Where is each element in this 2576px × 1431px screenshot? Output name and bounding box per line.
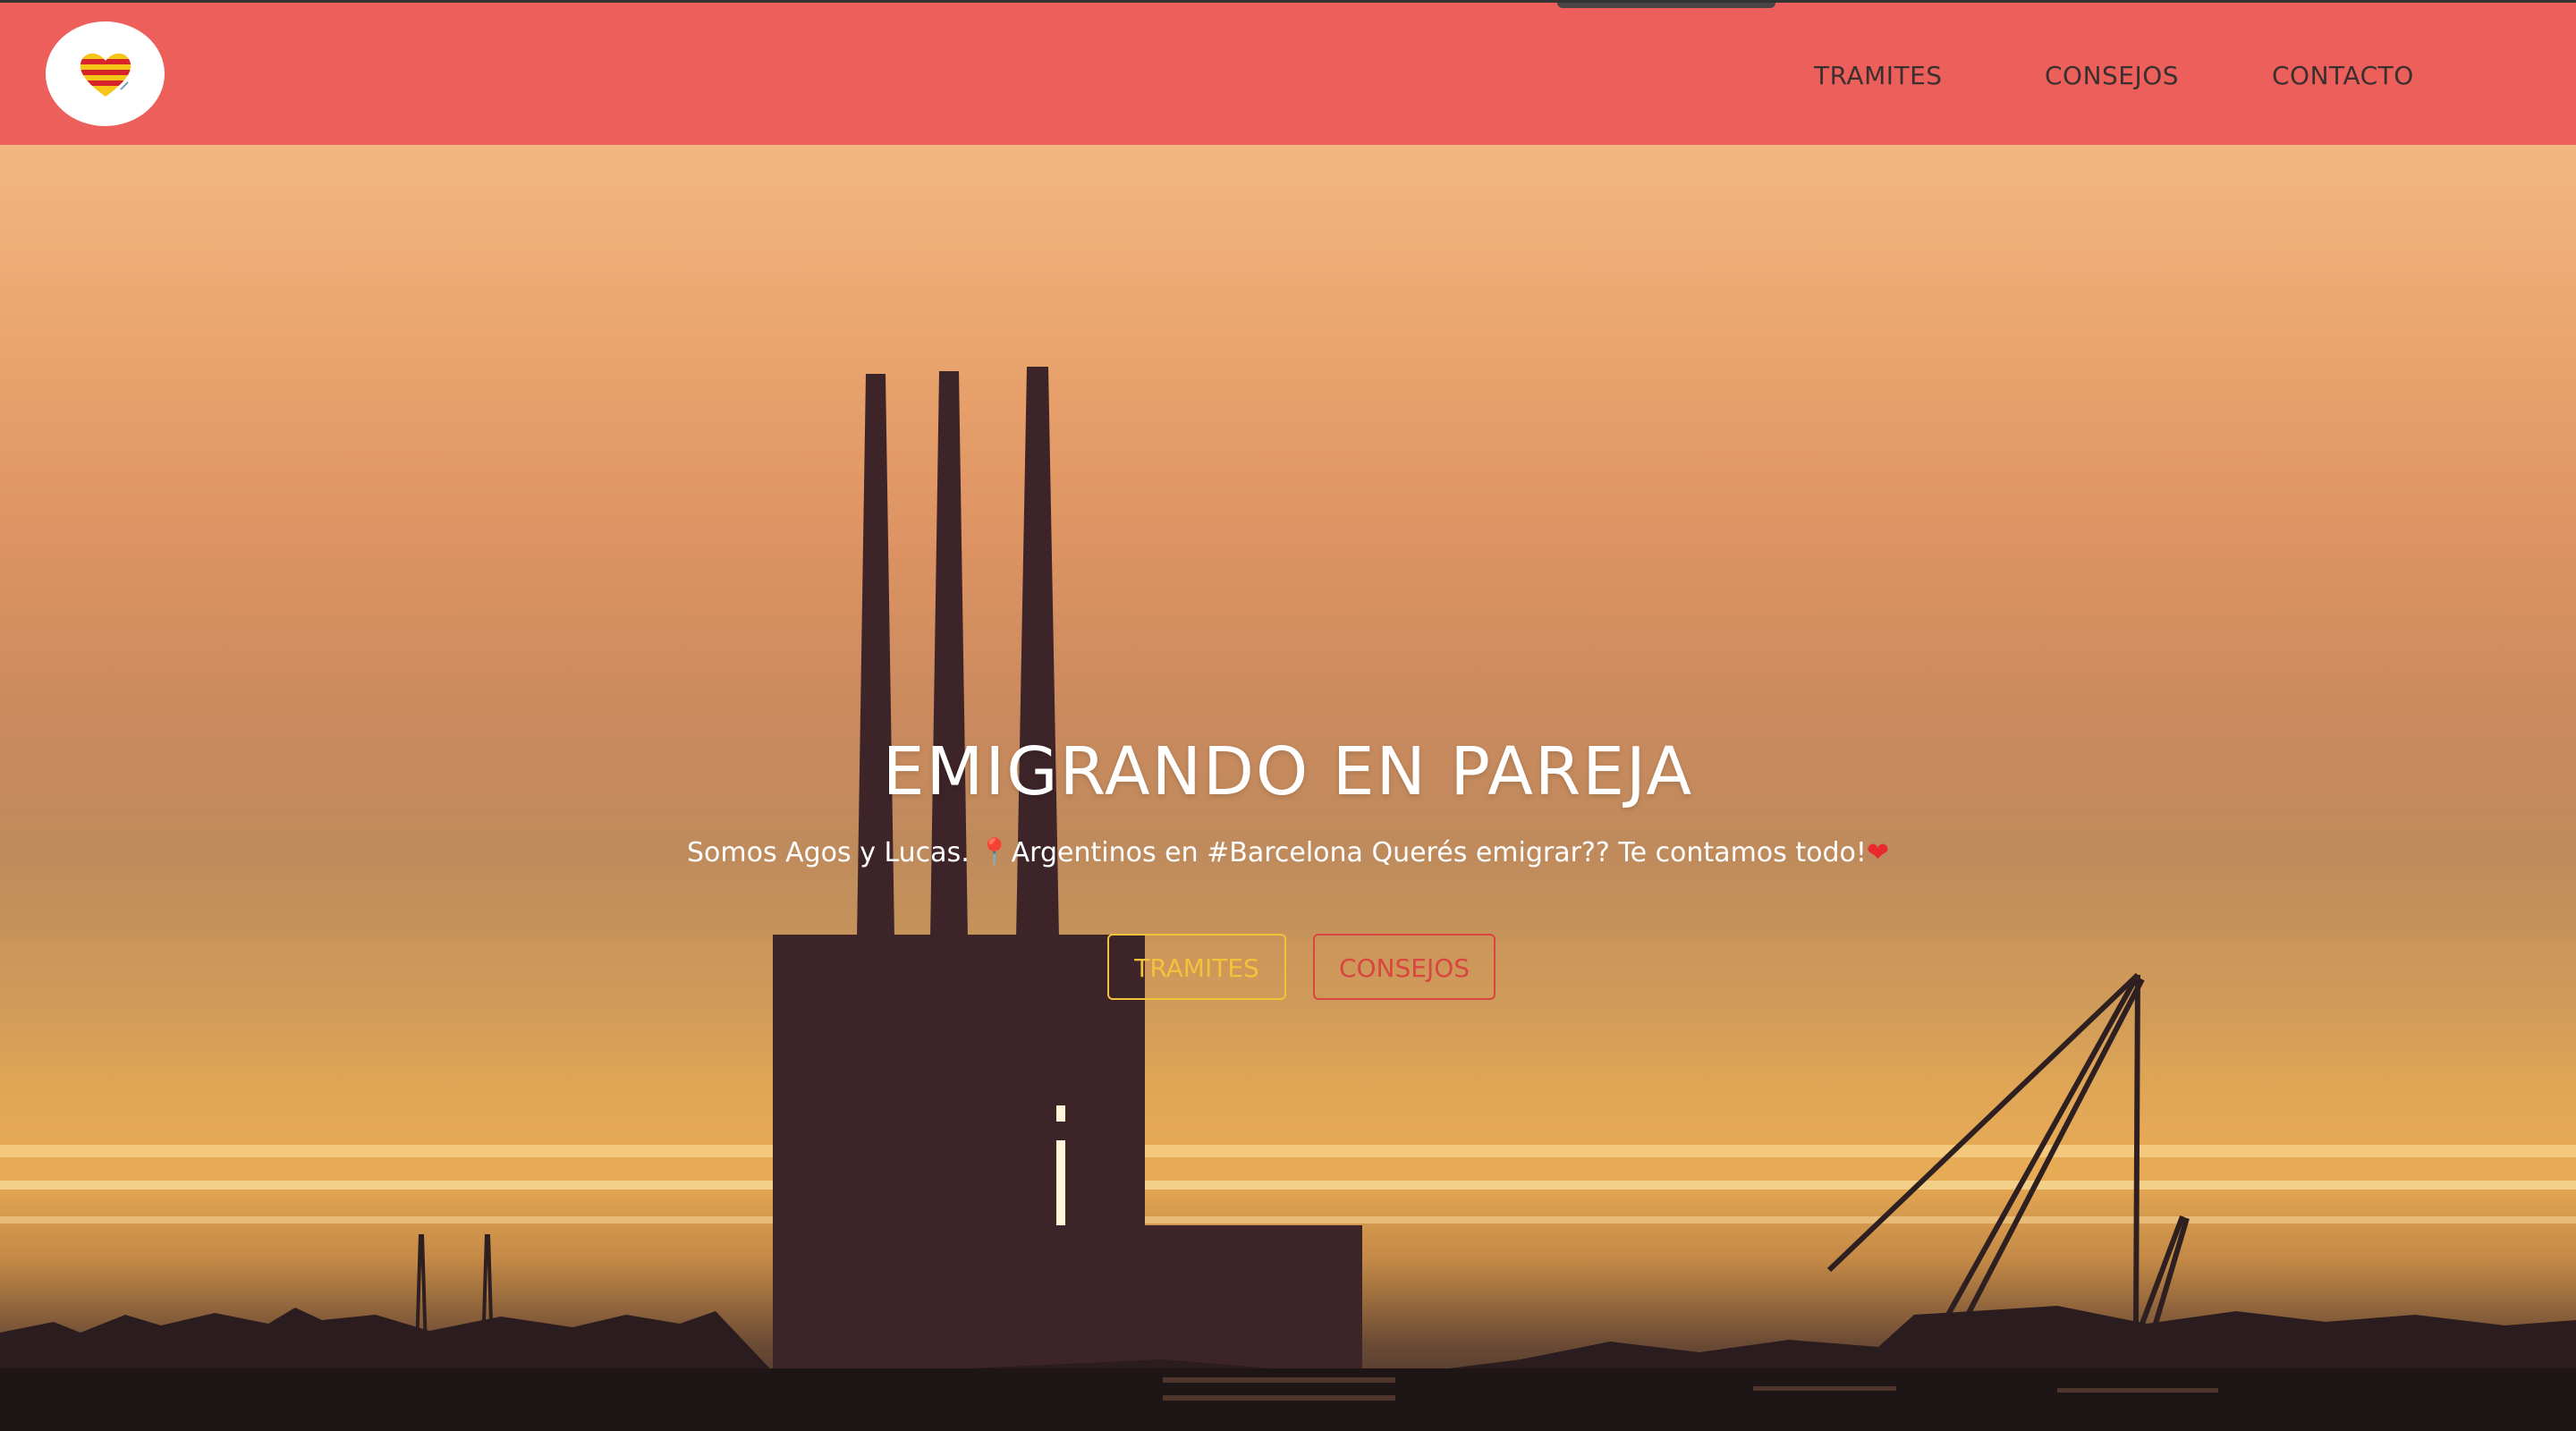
heart-catalan-flag-logo-icon xyxy=(80,53,131,97)
heart-icon: ❤ xyxy=(1866,837,1890,868)
hero-title: EMIGRANDO EN PAREJA xyxy=(882,733,1694,810)
nav-link-contacto[interactable]: CONTACTO xyxy=(2272,58,2414,94)
subtitle-text-main: Argentinos en #Barcelona Querés emigrar?… xyxy=(1011,837,1867,868)
pin-icon: 📍 xyxy=(978,837,1012,868)
site-logo[interactable] xyxy=(46,21,165,126)
nav-link-consejos[interactable]: CONSEJOS xyxy=(2045,58,2179,94)
navbar: TRAMITES CONSEJOS CONTACTO xyxy=(0,3,2576,145)
subtitle-text-intro: Somos Agos y Lucas. xyxy=(686,837,979,868)
hero-content: EMIGRANDO EN PAREJA Somos Agos y Lucas. … xyxy=(0,0,2576,1431)
nav-link-tramites[interactable]: TRAMITES xyxy=(1814,58,1943,94)
scroll-indicator xyxy=(1557,3,1775,8)
hero-background-video: EMIGRANDO EN PAREJA Somos Agos y Lucas. … xyxy=(0,0,2576,1431)
consejos-button[interactable]: CONSEJOS xyxy=(1313,934,1496,1000)
hero-subtitle: Somos Agos y Lucas. 📍Argentinos en #Barc… xyxy=(0,837,2576,868)
tramites-button[interactable]: TRAMITES xyxy=(1107,934,1286,1000)
